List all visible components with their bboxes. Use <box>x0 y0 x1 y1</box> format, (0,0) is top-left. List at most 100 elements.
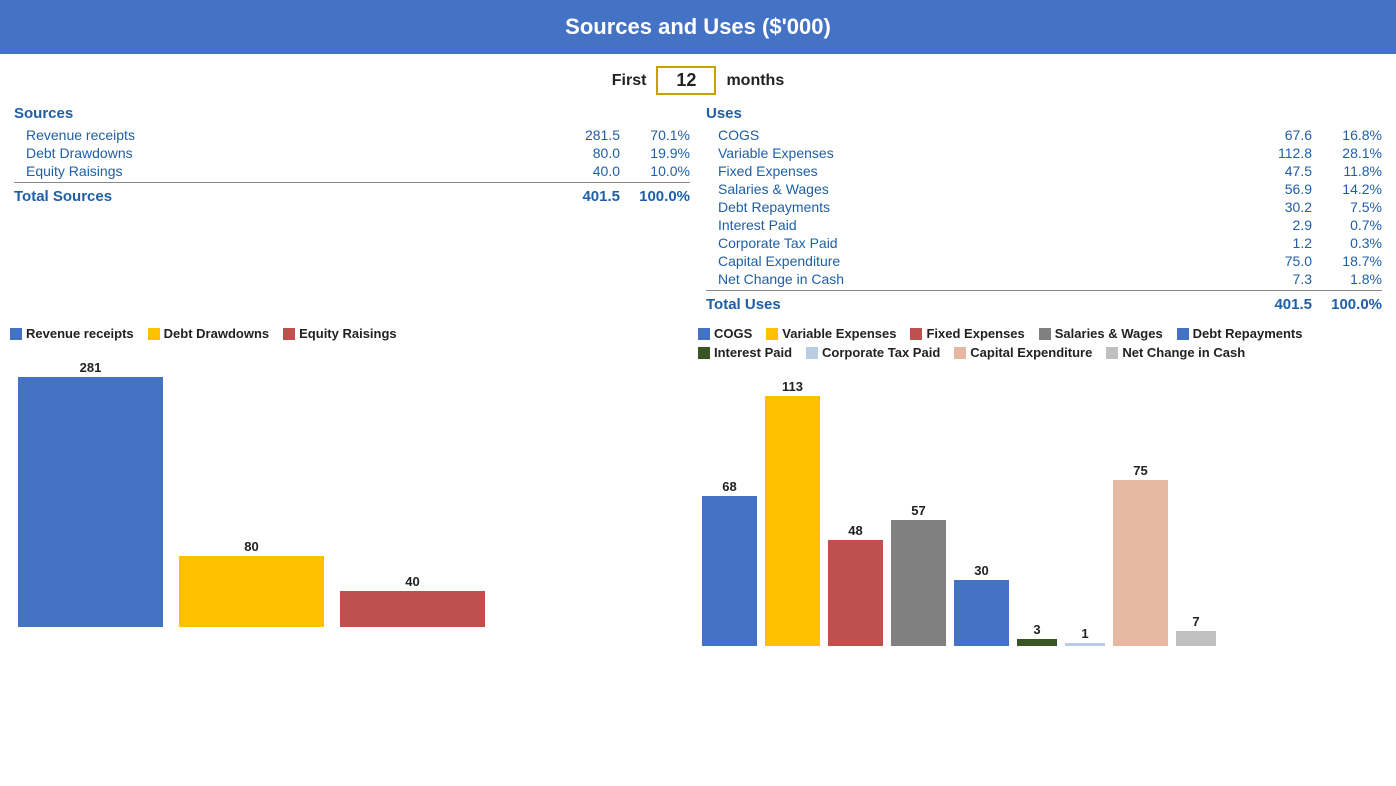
sources-data-row: Equity Raisings 40.0 10.0% <box>14 162 690 180</box>
bar <box>765 396 820 646</box>
bar <box>340 591 485 627</box>
months-input[interactable] <box>656 66 716 95</box>
left-bar-chart: 281 80 40 <box>10 347 698 627</box>
uses-table: Uses COGS 67.6 16.8% Variable Expenses 1… <box>698 103 1390 316</box>
bar-label-top: 40 <box>405 574 419 589</box>
legend-label: Interest Paid <box>714 345 792 360</box>
legend-item: Debt Repayments <box>1177 326 1303 341</box>
uses-row-label: Interest Paid <box>706 217 1232 233</box>
sources-total-label: Total Sources <box>14 188 540 205</box>
legend-swatch <box>148 328 160 340</box>
uses-row-label: Salaries & Wages <box>706 181 1232 197</box>
uses-row-value: 2.9 <box>1232 217 1312 233</box>
bar-group: 3 <box>1017 622 1057 646</box>
sources-table: Sources Revenue receipts 281.5 70.1% Deb… <box>6 103 698 316</box>
uses-row-pct: 18.7% <box>1312 253 1382 269</box>
sources-row-pct: 19.9% <box>620 145 690 161</box>
uses-total-label: Total Uses <box>706 296 1232 313</box>
right-bar-chart: 68 113 48 57 30 3 1 75 7 <box>698 366 1386 646</box>
legend-item: Corporate Tax Paid <box>806 345 940 360</box>
uses-data-row: Capital Expenditure 75.0 18.7% <box>706 252 1382 270</box>
bar-group: 40 <box>340 574 485 627</box>
sources-row-pct: 70.1% <box>620 127 690 143</box>
uses-row-pct: 1.8% <box>1312 271 1382 287</box>
uses-data-row: Net Change in Cash 7.3 1.8% <box>706 270 1382 288</box>
bar-group: 7 <box>1176 614 1216 646</box>
legend-label: Salaries & Wages <box>1055 326 1163 341</box>
uses-data-row: Fixed Expenses 47.5 11.8% <box>706 162 1382 180</box>
uses-data-row: Corporate Tax Paid 1.2 0.3% <box>706 234 1382 252</box>
legend-swatch <box>698 347 710 359</box>
months-label-pre: First <box>612 72 647 90</box>
uses-row-value: 75.0 <box>1232 253 1312 269</box>
legend-label: Capital Expenditure <box>970 345 1092 360</box>
sources-header: Sources <box>14 103 690 126</box>
legend-label: Equity Raisings <box>299 326 397 341</box>
legend-item: Variable Expenses <box>766 326 896 341</box>
sources-divider <box>14 182 690 183</box>
uses-row-label: Capital Expenditure <box>706 253 1232 269</box>
sources-row-value: 40.0 <box>540 163 620 179</box>
uses-row-value: 30.2 <box>1232 199 1312 215</box>
legend-swatch <box>766 328 778 340</box>
bar-label-top: 75 <box>1133 463 1147 478</box>
legend-label: Fixed Expenses <box>926 326 1024 341</box>
months-row: First months <box>0 54 1396 103</box>
uses-row-label: Corporate Tax Paid <box>706 235 1232 251</box>
bar-group: 281 <box>18 360 163 627</box>
legend-swatch <box>954 347 966 359</box>
legend-swatch <box>910 328 922 340</box>
uses-data-row: Interest Paid 2.9 0.7% <box>706 216 1382 234</box>
legend-item: Net Change in Cash <box>1106 345 1245 360</box>
uses-data-row: Variable Expenses 112.8 28.1% <box>706 144 1382 162</box>
uses-row-value: 1.2 <box>1232 235 1312 251</box>
uses-row-value: 7.3 <box>1232 271 1312 287</box>
bar <box>1113 480 1168 646</box>
legend-label: Net Change in Cash <box>1122 345 1245 360</box>
sources-total-row: Total Sources 401.5 100.0% <box>14 185 690 208</box>
bar <box>179 556 324 627</box>
sources-data-row: Debt Drawdowns 80.0 19.9% <box>14 144 690 162</box>
legend-label: Debt Repayments <box>1193 326 1303 341</box>
uses-header: Uses <box>706 103 1382 126</box>
bar-group: 113 <box>765 379 820 646</box>
bar <box>702 496 757 646</box>
legend-swatch <box>1039 328 1051 340</box>
legend-item: Interest Paid <box>698 345 792 360</box>
sources-data-row: Revenue receipts 281.5 70.1% <box>14 126 690 144</box>
uses-divider <box>706 290 1382 291</box>
uses-row-pct: 7.5% <box>1312 199 1382 215</box>
bar <box>891 520 946 646</box>
uses-total-pct: 100.0% <box>1312 296 1382 313</box>
bar <box>828 540 883 646</box>
bar-group: 75 <box>1113 463 1168 646</box>
legend-swatch <box>698 328 710 340</box>
legend-swatch <box>806 347 818 359</box>
sources-row-value: 80.0 <box>540 145 620 161</box>
uses-row-label: Fixed Expenses <box>706 163 1232 179</box>
uses-row-value: 112.8 <box>1232 145 1312 161</box>
uses-row-pct: 16.8% <box>1312 127 1382 143</box>
bar-label-top: 7 <box>1192 614 1199 629</box>
sources-row-label: Equity Raisings <box>14 163 540 179</box>
bar <box>1176 631 1216 646</box>
uses-row-label: Variable Expenses <box>706 145 1232 161</box>
legend-item: Debt Drawdowns <box>148 326 269 341</box>
legend-swatch <box>1177 328 1189 340</box>
bar-label-top: 68 <box>722 479 736 494</box>
uses-row-label: Net Change in Cash <box>706 271 1232 287</box>
left-chart-legend: Revenue receipts Debt Drawdowns Equity R… <box>10 326 698 347</box>
left-chart: Revenue receipts Debt Drawdowns Equity R… <box>10 326 698 646</box>
bar <box>1065 643 1105 646</box>
legend-label: Variable Expenses <box>782 326 896 341</box>
legend-label: COGS <box>714 326 752 341</box>
bar-label-top: 3 <box>1033 622 1040 637</box>
uses-data-row: Debt Repayments 30.2 7.5% <box>706 198 1382 216</box>
uses-row-pct: 11.8% <box>1312 163 1382 179</box>
sources-total-pct: 100.0% <box>620 188 690 205</box>
sources-row-label: Revenue receipts <box>14 127 540 143</box>
uses-row-value: 67.6 <box>1232 127 1312 143</box>
bar-group: 68 <box>702 479 757 646</box>
uses-total-value: 401.5 <box>1232 296 1312 313</box>
legend-label: Debt Drawdowns <box>164 326 269 341</box>
